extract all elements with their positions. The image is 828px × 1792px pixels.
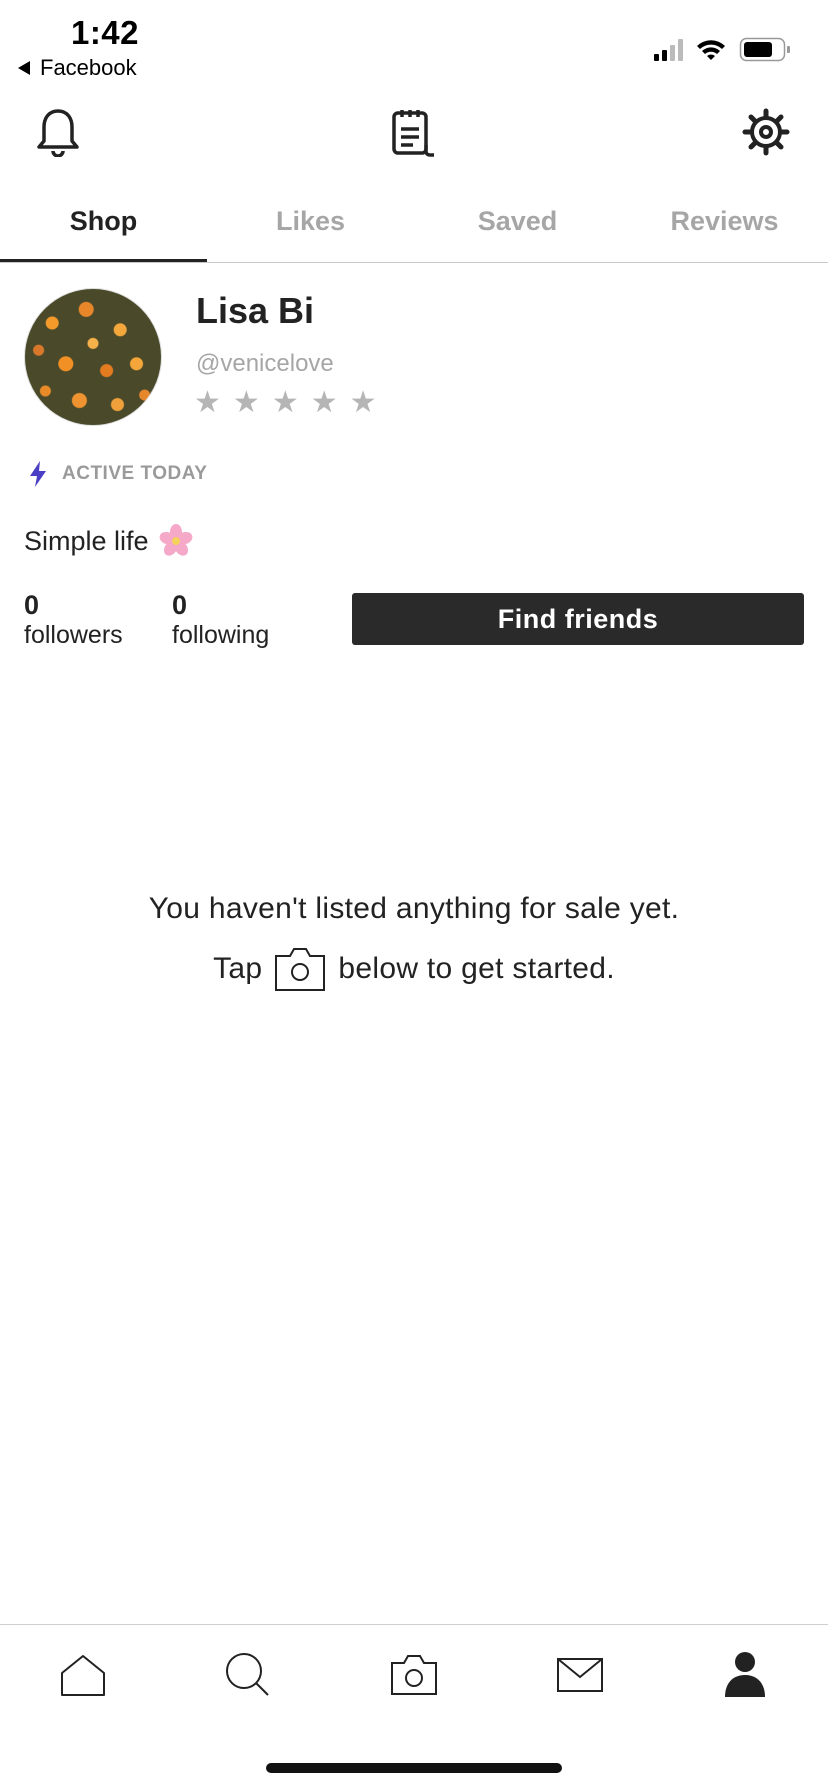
cellular-signal-icon: [654, 39, 683, 61]
home-indicator: [266, 1763, 562, 1773]
bottom-nav: [0, 1625, 828, 1725]
search-icon: [226, 1653, 270, 1696]
star-icon: ★: [194, 386, 221, 419]
star-icon: ★: [310, 386, 338, 419]
active-status-label: ACTIVE TODAY: [62, 463, 208, 484]
bio-text: Simple life: [24, 525, 149, 556]
camera-icon: [275, 948, 326, 991]
wifi-icon: [697, 40, 725, 60]
followers-count: 0: [24, 590, 40, 620]
home-icon: [60, 1655, 105, 1696]
nav-search[interactable]: [166, 1625, 332, 1725]
find-friends-button[interactable]: Find friends: [352, 593, 804, 645]
empty-state-hint-prefix: Tap: [213, 952, 263, 985]
settings-gear-icon[interactable]: [736, 102, 796, 162]
lightning-bolt-icon: [30, 461, 46, 487]
nav-profile[interactable]: [662, 1625, 828, 1725]
avatar[interactable]: [24, 288, 162, 426]
profile-icon: [725, 1652, 766, 1697]
star-icon: ★: [271, 386, 299, 419]
status-time: 1:42: [70, 14, 140, 51]
profile-tabs: Shop Likes Saved Reviews: [0, 182, 828, 263]
active-status: ACTIVE TODAY: [28, 460, 207, 488]
mail-icon: [556, 1658, 603, 1692]
empty-state-hint: Tap below to get started.: [0, 946, 828, 992]
notifications-bell-icon[interactable]: [28, 102, 88, 162]
empty-state-hint-suffix: below to get started.: [338, 952, 615, 985]
following-count: 0: [172, 590, 188, 620]
profile-handle: @venicelove: [196, 350, 334, 377]
tab-saved[interactable]: Saved: [414, 182, 621, 262]
tab-shop[interactable]: Shop: [0, 182, 207, 263]
tab-divider: [0, 262, 828, 263]
followers-label: followers: [24, 621, 123, 649]
cherry-blossom-icon: [159, 524, 192, 556]
status-indicators: [652, 36, 796, 64]
rating-stars: ★ ★ ★ ★ ★: [194, 388, 377, 418]
star-icon: ★: [349, 386, 377, 419]
back-to-facebook-link[interactable]: Facebook: [18, 55, 137, 81]
back-arrow-icon: [18, 61, 30, 75]
following-stat[interactable]: 0 following: [172, 590, 269, 650]
profile-name: Lisa Bi: [196, 290, 315, 331]
camera-icon: [390, 1655, 437, 1695]
tab-reviews[interactable]: Reviews: [621, 182, 828, 262]
followers-stat[interactable]: 0 followers: [24, 590, 123, 650]
battery-icon: [739, 37, 790, 62]
nav-home[interactable]: [0, 1625, 166, 1725]
receipt-icon[interactable]: [384, 102, 444, 162]
star-icon: ★: [232, 386, 260, 419]
back-link-label: Facebook: [40, 55, 137, 80]
empty-state-message: You haven't listed anything for sale yet…: [148, 892, 680, 925]
nav-messages[interactable]: [497, 1625, 663, 1725]
following-label: following: [172, 621, 270, 649]
profile-bio: Simple life: [24, 524, 193, 558]
tab-likes[interactable]: Likes: [207, 182, 414, 262]
nav-sell-camera[interactable]: [331, 1625, 497, 1725]
